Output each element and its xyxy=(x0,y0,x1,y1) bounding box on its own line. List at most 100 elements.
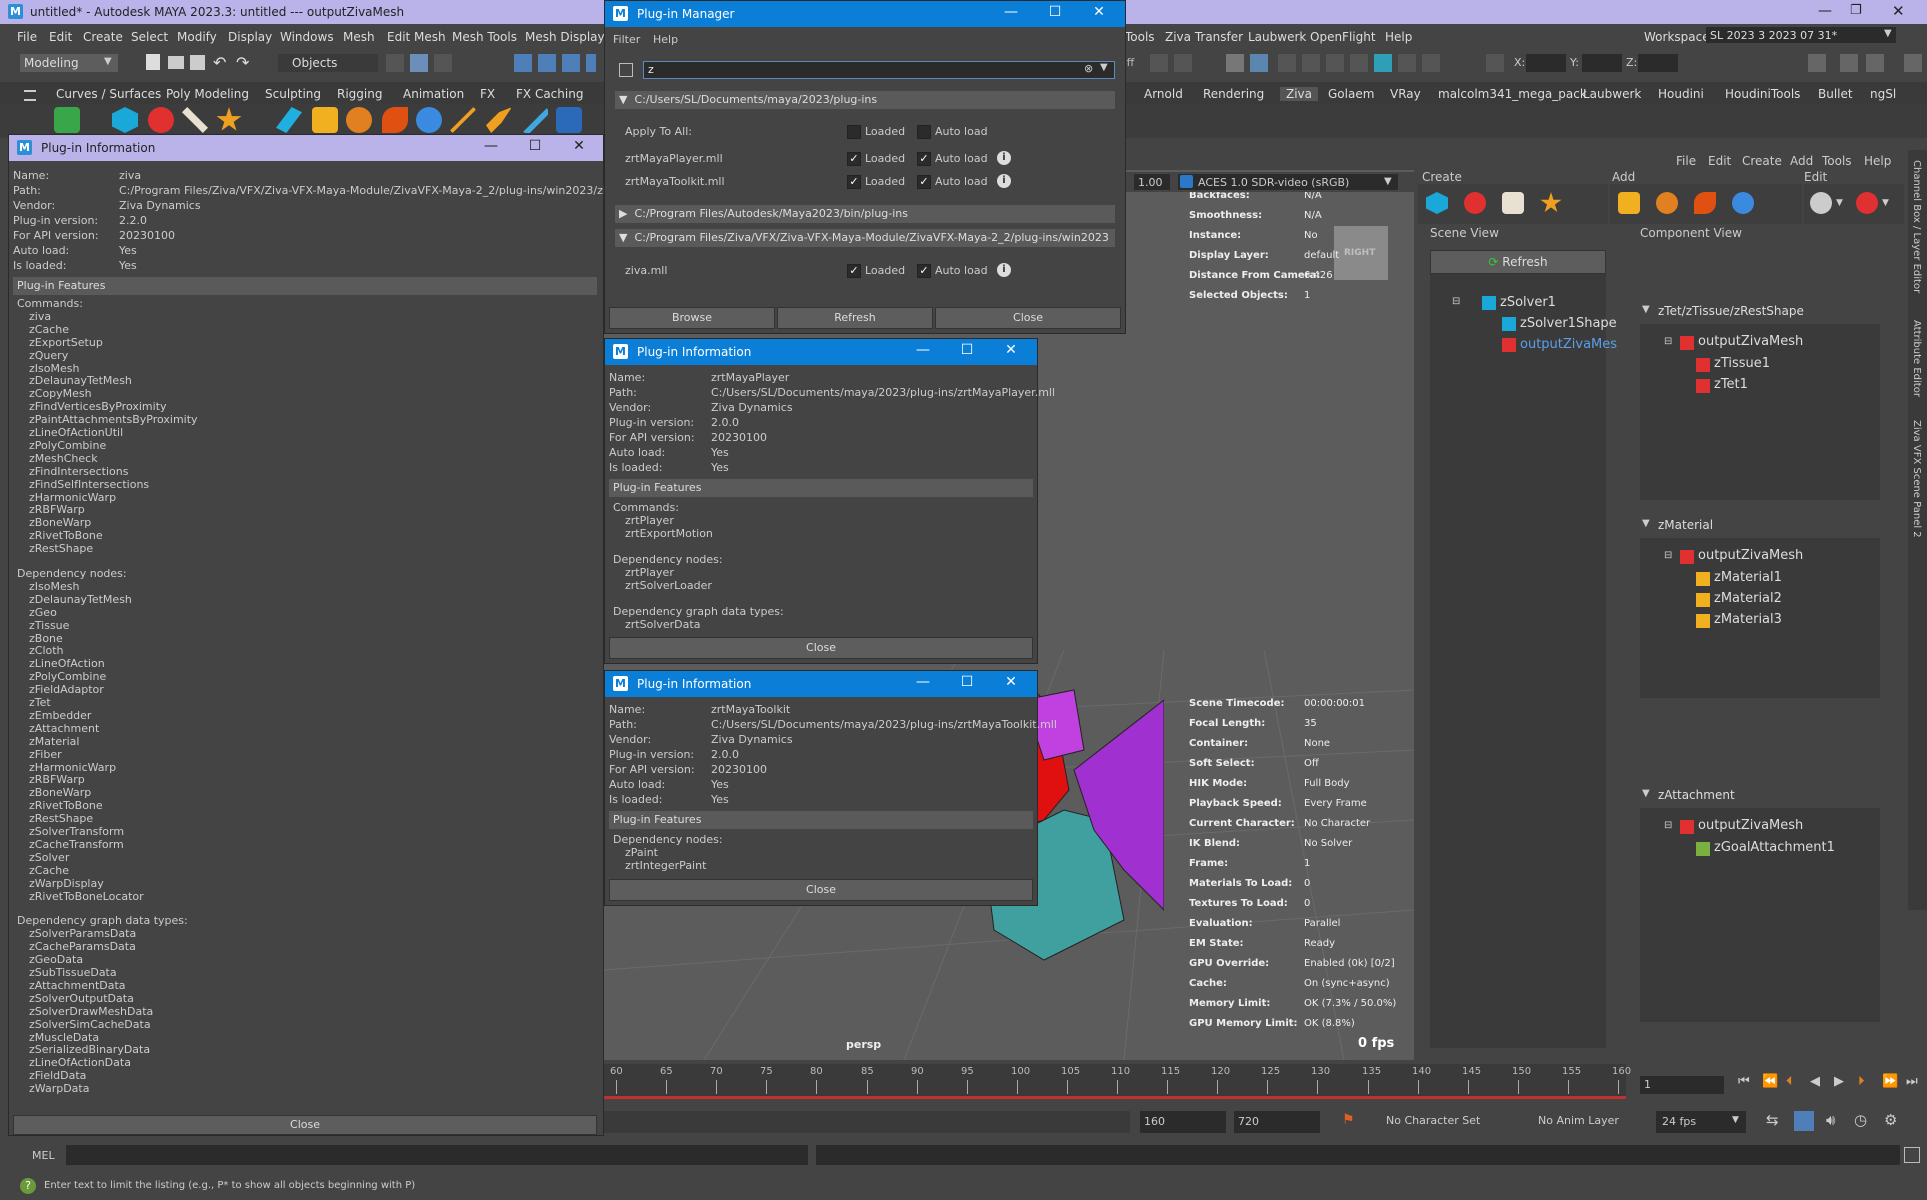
side-tab-ziva-scene-panel[interactable]: Ziva VFX Scene Panel 2 xyxy=(1911,420,1922,538)
close-button[interactable]: Close xyxy=(935,307,1121,329)
info-icon[interactable]: i xyxy=(997,263,1011,277)
maximize-icon[interactable]: ☐ xyxy=(957,342,977,358)
zsolver-icon[interactable] xyxy=(1426,192,1448,214)
minimize-icon[interactable]: — xyxy=(1818,3,1832,19)
z-field[interactable] xyxy=(1638,54,1678,72)
zbone-icon[interactable] xyxy=(1502,192,1524,214)
play-forwards-icon[interactable]: ▶ xyxy=(1834,1074,1844,1089)
refresh-button[interactable]: ⟳ Refresh xyxy=(1430,250,1606,274)
snap-point-icon[interactable] xyxy=(562,54,580,72)
render-frame-icon[interactable] xyxy=(1174,54,1192,72)
collapse-toggle-icon[interactable]: ⊟ xyxy=(1664,336,1672,347)
collapse-toggle-icon[interactable]: ⊟ xyxy=(1664,820,1672,831)
range-bar[interactable] xyxy=(604,1111,1130,1133)
y-field[interactable] xyxy=(1582,54,1622,72)
autoload-checkbox[interactable]: ✓ xyxy=(917,175,931,189)
mesh-item[interactable]: outputZivaMesh xyxy=(1698,818,1803,833)
panel-menu-tools[interactable]: Tools xyxy=(1822,154,1852,168)
preferences-icon[interactable]: ⚙ xyxy=(1884,1111,1897,1129)
close-icon[interactable]: ✕ xyxy=(1892,2,1905,20)
mesh-item[interactable]: outputZivaMesh xyxy=(1698,334,1803,349)
section-header[interactable]: ▼ zMaterial xyxy=(1640,516,1904,536)
section-header[interactable]: ▼ zTet/zTissue/zRestShape xyxy=(1640,302,1904,322)
minimize-icon[interactable]: — xyxy=(913,342,933,358)
vray-icon[interactable] xyxy=(1398,54,1416,72)
snap-curve-icon[interactable] xyxy=(538,54,556,72)
zwarp-icon[interactable] xyxy=(486,107,512,133)
zmaterial-icon[interactable] xyxy=(1618,192,1640,214)
shelf-tab-laubwerk[interactable]: Laubwerk xyxy=(1583,87,1641,101)
node-item[interactable]: zMaterial1 xyxy=(1714,570,1782,585)
path-header-user[interactable]: ▼ C:/Users/SL/Documents/maya/2023/plug-i… xyxy=(615,91,1115,109)
scene-tree-item[interactable]: zSolver1Shape xyxy=(1520,316,1617,331)
step-back-frame-icon[interactable]: ⏴ xyxy=(1786,1074,1793,1089)
toggle-sidebar-icon[interactable] xyxy=(1840,54,1858,72)
menu-mesh-display[interactable]: Mesh Display xyxy=(525,30,605,44)
fps-dropdown[interactable]: 24 fps ▼ xyxy=(1656,1111,1746,1133)
selection-mask-dropdown[interactable]: Objects xyxy=(278,54,378,72)
pause-render-icon[interactable] xyxy=(1422,54,1440,72)
workspace-dropdown[interactable]: SL 2023 3 2023 07 31* ▼ xyxy=(1706,27,1896,43)
filter-input[interactable]: z ⊗ ▼ xyxy=(643,61,1115,79)
zpaint-icon[interactable] xyxy=(522,107,548,133)
select-hierarchy-icon[interactable] xyxy=(386,54,404,72)
select-object-icon[interactable] xyxy=(410,54,428,72)
maximize-icon[interactable]: ☐ xyxy=(957,674,977,690)
menu-modify[interactable]: Modify xyxy=(177,30,217,44)
node-item[interactable]: zTet1 xyxy=(1714,377,1748,392)
snap-grid-icon[interactable] xyxy=(514,54,532,72)
loaded-checkbox[interactable]: ✓ xyxy=(847,175,861,189)
step-back-key-icon[interactable]: ⏪ xyxy=(1762,1074,1778,1089)
zcloth-icon[interactable] xyxy=(1540,192,1562,213)
menu-laubwerk[interactable]: Laubwerk xyxy=(1248,30,1306,44)
minimize-icon[interactable]: — xyxy=(913,674,933,690)
clear-icon[interactable]: ⊗ xyxy=(1084,62,1093,75)
node-item[interactable]: zMaterial3 xyxy=(1714,612,1782,627)
maximize-icon[interactable]: ☐ xyxy=(525,138,545,154)
mode-dropdown[interactable]: Modeling ▼ xyxy=(20,54,118,72)
current-frame-field[interactable]: 1 xyxy=(1640,1076,1724,1094)
browse-button[interactable]: Browse xyxy=(609,307,775,329)
menu-tools[interactable]: Tools xyxy=(1125,30,1155,44)
go-to-end-icon[interactable]: ⏭ xyxy=(1906,1074,1918,1089)
transform-mode-icon[interactable] xyxy=(1486,54,1504,72)
zrestshape-icon[interactable] xyxy=(1732,192,1754,214)
menu-ziva-transfer[interactable]: Ziva Transfer xyxy=(1165,30,1243,44)
panel-menu-help[interactable]: Help xyxy=(1864,154,1891,168)
redo-icon[interactable]: ↷ xyxy=(236,53,249,72)
menu-help[interactable]: Help xyxy=(1385,30,1412,44)
zattachment-icon[interactable] xyxy=(276,107,302,133)
shelf-tab-arnold[interactable]: Arnold xyxy=(1144,87,1183,101)
arnold-ipr-icon[interactable] xyxy=(1374,54,1392,72)
collapse-toggle-icon[interactable]: ⊟ xyxy=(1664,550,1672,561)
node-item[interactable]: zMaterial2 xyxy=(1714,591,1782,606)
zsolver-icon[interactable] xyxy=(112,107,138,133)
mel-label[interactable]: MEL xyxy=(32,1149,55,1162)
zfiber-icon[interactable] xyxy=(346,107,372,133)
undo-icon[interactable]: ↶ xyxy=(213,53,226,72)
render-settings-icon[interactable] xyxy=(1250,54,1268,72)
menu-file[interactable]: File xyxy=(17,30,37,44)
refresh-button[interactable]: Refresh xyxy=(777,307,933,329)
panel-menu-add[interactable]: Add xyxy=(1790,154,1813,168)
script-editor-icon[interactable] xyxy=(1904,1147,1920,1163)
shelf-menu-icon[interactable] xyxy=(24,90,36,101)
ipr-render-icon[interactable] xyxy=(1226,54,1244,72)
gear-icon[interactable] xyxy=(1810,192,1832,214)
shelf-tab-poly-modeling[interactable]: Poly Modeling xyxy=(166,87,249,101)
ztissue-icon[interactable] xyxy=(1464,192,1486,214)
shelf-tab-animation[interactable]: Animation xyxy=(403,87,464,101)
side-tab-attribute-editor[interactable]: Attribute Editor xyxy=(1911,320,1922,397)
menu-openflight[interactable]: OpenFlight xyxy=(1310,30,1376,44)
path-header-ziva[interactable]: ▼ C:/Program Files/Ziva/VFX/Ziva-VFX-May… xyxy=(615,229,1115,247)
step-forward-key-icon[interactable]: ⏩ xyxy=(1882,1074,1898,1089)
panel-menu-edit[interactable]: Edit xyxy=(1708,154,1731,168)
apply-all-loaded-checkbox[interactable] xyxy=(847,125,861,139)
minimize-icon[interactable]: — xyxy=(1001,4,1021,20)
shelf-tab-malcolm[interactable]: malcolm341_mega_pack xyxy=(1438,87,1587,101)
play-backwards-icon[interactable]: ◀ xyxy=(1810,1074,1820,1089)
shelf-tab-ngsl[interactable]: ngSl xyxy=(1870,87,1896,101)
time-slider[interactable]: 60 65 70 75 80 85 90 95 100 105 110 115 120 125 130 135… xyxy=(604,1064,1927,1104)
close-button[interactable]: Close xyxy=(609,879,1033,901)
zmaterial-icon[interactable] xyxy=(312,107,338,133)
